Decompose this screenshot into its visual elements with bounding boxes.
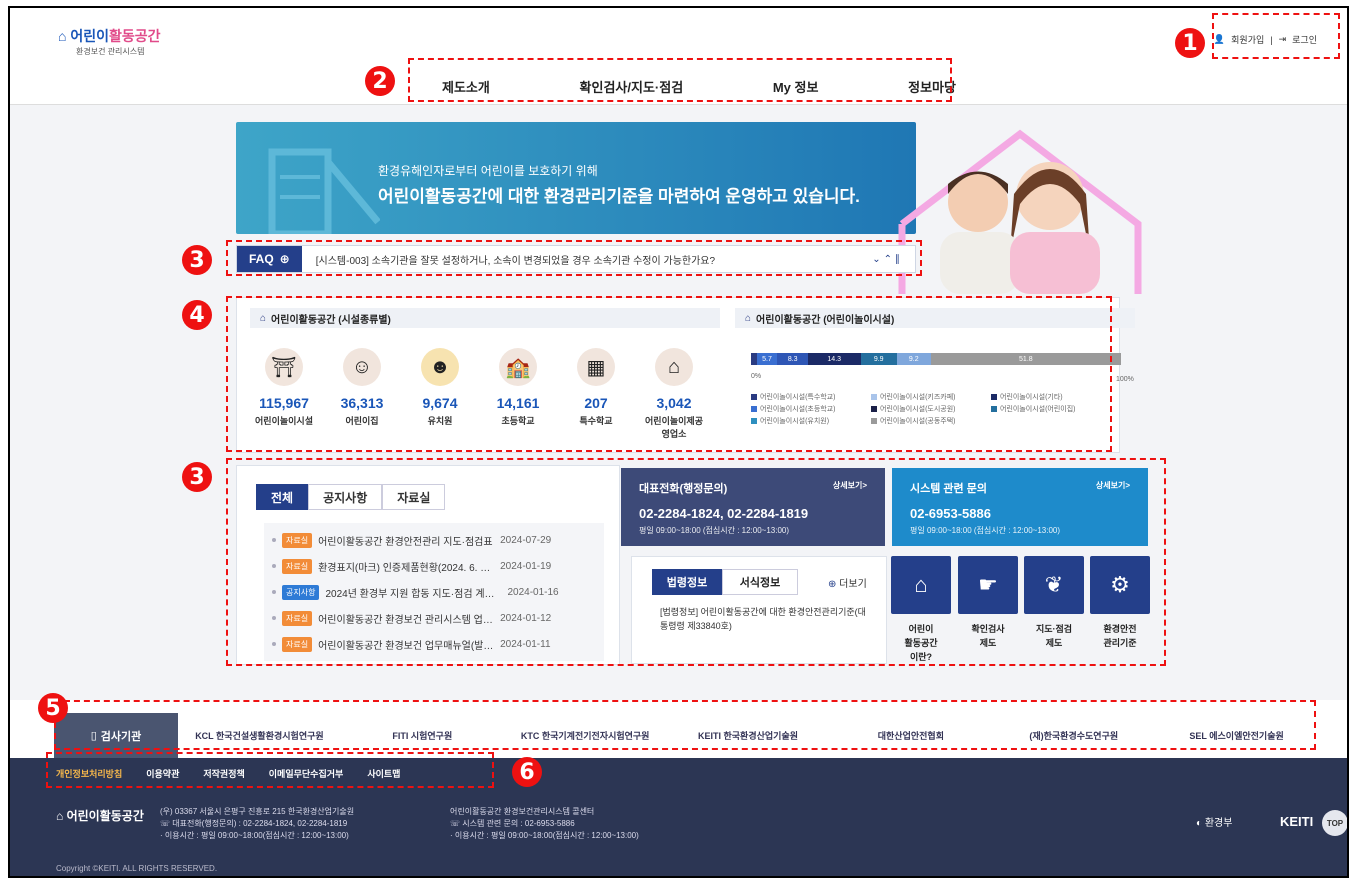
phone-icon: ☏	[450, 819, 463, 828]
slide-illustration-icon	[268, 148, 380, 234]
bar-max-label: 100%	[1116, 376, 1134, 383]
callout-badge-3b: 3	[182, 462, 212, 492]
footer-address: (우) 03367 서울시 은평구 진흥로 215 한국환경산업기술원 ☏ 대표…	[160, 807, 355, 840]
page-frame: ⌂ 어린이활동공간 환경보건 관리시스템 👤 회원가입 | ⇥ 로그인 1 제도…	[8, 6, 1349, 878]
banner-line2: 어린이활동공간에 대한 환경관리기준을 마련하여 운영하고 있습니다.	[378, 187, 860, 206]
callout-box-6	[46, 752, 494, 788]
logo-subtitle: 환경보건 관리시스템	[76, 47, 145, 56]
callout-box-1	[1212, 13, 1340, 59]
keiti-logo: KEITI	[1280, 814, 1314, 829]
callout-badge-1: 1	[1175, 28, 1205, 58]
site-logo[interactable]: ⌂ 어린이활동공간 환경보건 관리시스템	[58, 26, 161, 57]
footer-logo: ⌂ 어린이활동공간	[56, 809, 144, 823]
logo-title: ⌂ 어린이활동공간	[58, 28, 161, 44]
banner-line1: 환경유해인자로부터 어린이를 보호하기 위해	[378, 164, 598, 178]
children-photo	[898, 129, 1142, 294]
callout-badge-2: 2	[365, 66, 395, 96]
main-banner: 환경유해인자로부터 어린이를 보호하기 위해 어린이활동공간에 대한 환경관리기…	[236, 122, 916, 234]
phone-icon: ☏	[160, 819, 173, 828]
callout-box-4	[226, 296, 1112, 452]
copyright-text: Copyright ©KEITI. ALL RIGHTS RESERVED.	[56, 864, 218, 873]
callout-box-3a	[226, 240, 922, 276]
callout-badge-4: 4	[182, 300, 212, 330]
callout-box-2	[408, 58, 952, 102]
callout-box-5	[54, 700, 1316, 750]
callout-badge-6: 6	[512, 757, 542, 787]
ministry-logo: ◐ 환경부	[1196, 818, 1233, 829]
callout-badge-5: 5	[38, 693, 68, 723]
footer-callcenter: 어린이활동공간 환경보건관리시스템 콜센터 ☏ 시스템 관련 문의 : 02-6…	[450, 807, 639, 840]
ministry-emblem-icon: ◐	[1196, 818, 1205, 829]
scroll-top-button[interactable]: TOP	[1322, 810, 1347, 836]
callout-badge-3a: 3	[182, 245, 212, 275]
callout-box-3b	[226, 458, 1166, 666]
